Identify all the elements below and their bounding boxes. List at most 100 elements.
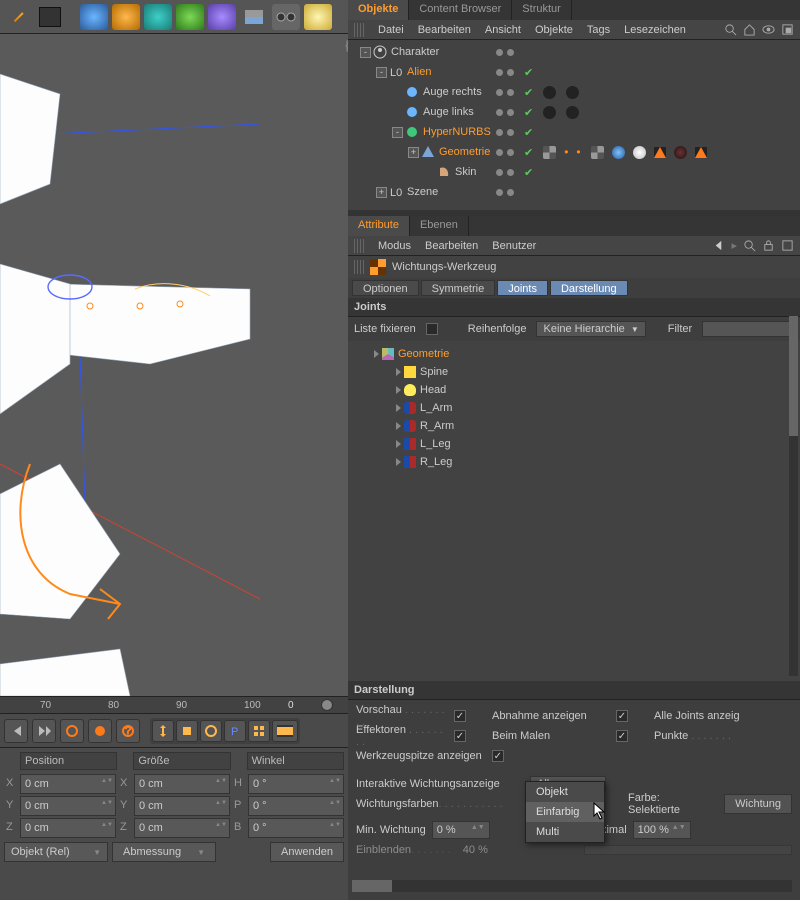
timeline-ruler[interactable]: 70 80 90 100 0 — [0, 696, 348, 714]
object-label[interactable]: Auge rechts — [423, 86, 482, 98]
enable-dot-icon[interactable] — [496, 169, 503, 176]
texture-tag-icon[interactable] — [543, 146, 556, 159]
popup-item-objekt[interactable]: Objekt — [526, 782, 604, 802]
fix-list-checkbox[interactable] — [426, 323, 438, 335]
render-dot-icon[interactable] — [507, 149, 514, 156]
expand-icon[interactable] — [396, 458, 401, 466]
check-icon[interactable]: ✔ — [524, 66, 533, 79]
popout-icon[interactable] — [781, 239, 794, 252]
render-dot-icon[interactable] — [507, 189, 514, 196]
joint-row[interactable]: L_Arm — [354, 399, 794, 417]
deformer-icon[interactable] — [208, 4, 236, 30]
enable-dot-icon[interactable] — [496, 69, 503, 76]
menu-tags[interactable]: Tags — [587, 24, 610, 36]
render-dot-icon[interactable] — [507, 169, 514, 176]
enable-dot-icon[interactable] — [496, 109, 503, 116]
subtab-joints[interactable]: Joints — [497, 280, 548, 296]
tab-content-browser[interactable]: Content Browser — [409, 0, 512, 20]
tree-row[interactable]: Skin ✔ — [348, 162, 800, 182]
joint-row[interactable]: L_Leg — [354, 435, 794, 453]
expand-toggle[interactable]: - — [392, 127, 403, 138]
angle-field[interactable]: 0 °▲▼ — [248, 796, 344, 816]
texture-tag-icon[interactable] — [591, 146, 604, 159]
back-icon[interactable] — [712, 239, 725, 252]
keyframe-marker-icon[interactable] — [321, 699, 333, 711]
light-icon[interactable] — [304, 4, 332, 30]
enable-dot-icon[interactable] — [496, 89, 503, 96]
cube-primitive-icon[interactable] — [80, 4, 108, 30]
max-weight-field[interactable]: 100 %▲▼ — [633, 821, 691, 839]
search-icon[interactable] — [724, 23, 737, 36]
scale-key-icon[interactable] — [176, 720, 198, 742]
coord-dim-dropdown[interactable]: Abmessung▼ — [112, 842, 216, 862]
tree-row[interactable]: - Charakter — [348, 42, 800, 62]
menu-datei[interactable]: Datei — [378, 24, 404, 36]
joint-label[interactable]: R_Leg — [420, 456, 452, 468]
environment-icon[interactable] — [240, 4, 268, 30]
check-icon[interactable]: ✔ — [524, 86, 533, 99]
position-field[interactable]: 0 cm▲▼ — [20, 818, 116, 838]
phong-tag-icon[interactable] — [654, 147, 666, 158]
joint-root[interactable]: Geometrie — [398, 348, 449, 360]
object-hierarchy-tree[interactable]: - Charakter - L0 Alien ✔ Auge rechts ✔ A… — [348, 40, 800, 210]
material-tag-icon[interactable] — [566, 86, 579, 99]
3d-viewport[interactable] — [0, 34, 348, 696]
menu-bearbeiten2[interactable]: Bearbeiten — [425, 240, 478, 252]
material-tag-icon[interactable] — [674, 146, 687, 159]
generator-icon[interactable] — [176, 4, 204, 30]
object-label[interactable]: Charakter — [391, 46, 439, 58]
tab-attribute[interactable]: Attribute — [348, 216, 410, 236]
joint-row[interactable]: R_Arm — [354, 417, 794, 435]
object-label[interactable]: HyperNURBS — [423, 126, 491, 138]
paint-checkbox[interactable] — [616, 730, 628, 742]
tab-objekte[interactable]: Objekte — [348, 0, 409, 20]
expand-toggle[interactable]: - — [376, 67, 387, 78]
menu-lesezeichen[interactable]: Lesezeichen — [624, 24, 686, 36]
enable-dot-icon[interactable] — [496, 189, 503, 196]
phong-tag-icon[interactable] — [695, 147, 707, 158]
check-icon[interactable]: ✔ — [524, 166, 533, 179]
panel-grip-icon[interactable] — [354, 23, 364, 37]
joints-tree[interactable]: Geometrie Spine Head L_Arm R_Arm L_Leg R… — [348, 341, 800, 681]
joint-label[interactable]: Head — [420, 384, 446, 396]
object-label[interactable]: Alien — [407, 66, 431, 78]
popup-item-multi[interactable]: Multi — [526, 822, 604, 842]
tree-row[interactable]: - L0 Alien ✔ — [348, 62, 800, 82]
falloff-checkbox[interactable] — [616, 710, 628, 722]
joint-label[interactable]: L_Arm — [420, 402, 452, 414]
spline-pen-icon[interactable] — [112, 4, 140, 30]
tab-ebenen[interactable]: Ebenen — [410, 216, 469, 236]
enable-dot-icon[interactable] — [496, 129, 503, 136]
joint-row[interactable]: Head — [354, 381, 794, 399]
tag-icon[interactable]: • — [576, 145, 580, 159]
camera-icon[interactable] — [272, 4, 300, 30]
material-tag-icon[interactable] — [543, 86, 556, 99]
tree-row[interactable]: Auge links ✔ — [348, 102, 800, 122]
render-dot-icon[interactable] — [507, 69, 514, 76]
eye-icon[interactable] — [762, 23, 775, 36]
param-key-icon[interactable]: P — [224, 720, 246, 742]
horizontal-scrollbar[interactable] — [352, 880, 792, 892]
tree-row[interactable]: Auge rechts ✔ — [348, 82, 800, 102]
order-dropdown[interactable]: Keine Hierarchie▼ — [536, 321, 645, 337]
tag-icon[interactable]: • — [564, 145, 568, 159]
material-tag-icon[interactable] — [633, 146, 646, 159]
pen-tool-icon[interactable] — [4, 4, 32, 30]
clapper-icon[interactable] — [36, 4, 64, 30]
popout-icon[interactable] — [781, 23, 794, 36]
expand-toggle[interactable]: + — [408, 147, 419, 158]
panel-grip-icon[interactable] — [354, 260, 364, 274]
effectors-checkbox[interactable] — [454, 730, 466, 742]
tree-row[interactable]: + Geometrie ✔•• — [348, 142, 800, 162]
goto-start-button[interactable] — [4, 719, 28, 743]
joint-label[interactable]: R_Arm — [420, 420, 454, 432]
angle-field[interactable]: 0 °▲▼ — [248, 774, 344, 794]
angle-field[interactable]: 0 °▲▼ — [248, 818, 344, 838]
joint-label[interactable]: L_Leg — [420, 438, 451, 450]
menu-benutzer[interactable]: Benutzer — [492, 240, 536, 252]
expand-icon[interactable] — [396, 422, 401, 430]
filter-input[interactable] — [702, 321, 794, 337]
render-icon[interactable] — [272, 720, 298, 742]
joint-row[interactable]: Spine — [354, 363, 794, 381]
panel-grip-icon[interactable] — [354, 239, 364, 253]
